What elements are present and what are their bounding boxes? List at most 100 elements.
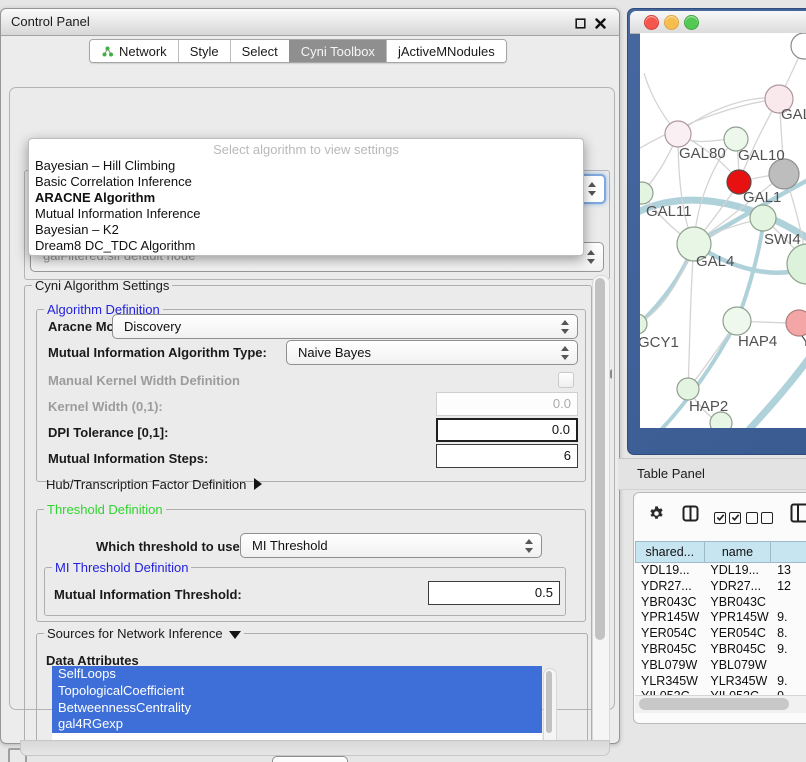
table-cell: YDR27... bbox=[704, 579, 771, 595]
column-header-shared[interactable]: shared... bbox=[635, 541, 705, 563]
aracne-mode-value: Discovery bbox=[124, 315, 181, 338]
column-header-name[interactable]: name bbox=[705, 541, 772, 563]
node-label-swi4: SWI4 bbox=[764, 231, 801, 248]
scrollbar-thumb[interactable] bbox=[595, 278, 605, 640]
attribute-list-item[interactable]: gal4RGexp bbox=[52, 716, 542, 733]
algorithm-option-bayesian-k2[interactable]: Bayesian – K2 bbox=[32, 222, 580, 238]
table-cell bbox=[771, 595, 806, 611]
collapse-arrow-icon[interactable] bbox=[229, 631, 241, 639]
dpi-tolerance-field[interactable]: 0.0 bbox=[436, 418, 578, 442]
combo-arrows-icon bbox=[588, 182, 597, 196]
network-node[interactable] bbox=[723, 307, 751, 335]
network-node[interactable] bbox=[787, 244, 806, 284]
minimize-traffic-light[interactable] bbox=[664, 15, 679, 30]
kernel-width-value: 0.0 bbox=[553, 393, 571, 415]
dpi-tolerance-label: DPI Tolerance [0,1]: bbox=[48, 425, 168, 440]
table-row[interactable]: YDR27...YDR27...12 bbox=[635, 579, 806, 595]
network-node[interactable] bbox=[791, 33, 806, 59]
popup-placeholder: Select algorithm to view settings bbox=[29, 142, 583, 157]
attribute-list-item[interactable]: TopologicalCoefficient bbox=[52, 683, 542, 700]
network-node[interactable] bbox=[750, 205, 776, 231]
combo-arrows-icon bbox=[561, 320, 570, 334]
table-panel-title: Table Panel bbox=[637, 459, 705, 489]
table-row[interactable]: YDL19...YDL19...13 bbox=[635, 563, 806, 579]
close-traffic-light[interactable] bbox=[644, 15, 659, 30]
scrollbar-thumb[interactable] bbox=[639, 698, 789, 710]
kernel-width-field[interactable]: 0.0 bbox=[436, 392, 578, 416]
network-node[interactable] bbox=[677, 378, 699, 400]
control-panel-titlebar: Control Panel bbox=[1, 9, 619, 36]
column-header-col2[interactable] bbox=[771, 541, 806, 563]
network-window-titlebar bbox=[630, 11, 806, 34]
network-node[interactable] bbox=[665, 121, 691, 147]
algorithm-option-mutual-information-inference[interactable]: Mutual Information Inference bbox=[32, 206, 580, 222]
table-file-icon[interactable] bbox=[790, 503, 806, 528]
mi-threshold-field[interactable]: 0.5 bbox=[428, 581, 560, 605]
which-threshold-label: Which threshold to use: bbox=[96, 539, 244, 554]
control-panel-tabs: Network Style Select Cyni Toolbox jActiveMNo… bbox=[89, 39, 507, 63]
tab-style[interactable]: Style bbox=[178, 40, 230, 62]
attribute-list-item[interactable]: BetweennessCentrality bbox=[52, 700, 542, 717]
table-row[interactable]: YPR145WYPR145W9. bbox=[635, 610, 806, 626]
mi-algorithm-type-combobox[interactable]: Naive Bayes bbox=[286, 340, 578, 365]
table-cell: YBL079W bbox=[704, 658, 771, 674]
scrollbar-thumb[interactable] bbox=[546, 671, 552, 733]
tab-select[interactable]: Select bbox=[230, 40, 289, 62]
settings-vertical-scrollbar[interactable] bbox=[592, 275, 610, 747]
algorithm-option-bayesian-hill-climbing[interactable]: Bayesian – Hill Climbing bbox=[32, 158, 580, 174]
node-label-gal80: GAL80 bbox=[679, 145, 726, 162]
table-horizontal-scrollbar[interactable] bbox=[635, 695, 806, 713]
table-cell: YDL19... bbox=[635, 563, 704, 579]
mi-steps-label: Mutual Information Steps: bbox=[48, 451, 208, 466]
node-label-gal10: GAL10 bbox=[738, 147, 785, 164]
mi-steps-field[interactable]: 6 bbox=[436, 444, 578, 468]
table-row[interactable]: YBR045CYBR045C9. bbox=[635, 642, 806, 658]
tab-network[interactable]: Network bbox=[90, 40, 178, 62]
network-icon bbox=[101, 45, 114, 58]
table-body: YDL19...YDL19...13YDR27...YDR27...12YBR0… bbox=[635, 563, 806, 696]
network-canvas[interactable]: GALGAL80GAL10GAL1GAL11SWI4GAL4GCY1HAP4YH… bbox=[640, 33, 806, 428]
table-cell: YBR045C bbox=[635, 642, 704, 658]
algorithm-option-aracne-algorithm[interactable]: ARACNE Algorithm bbox=[32, 190, 580, 206]
node-label-gal4: GAL4 bbox=[696, 253, 734, 270]
scrollpane-bottom-strip bbox=[20, 740, 610, 756]
infer-network-panel: galFiltered.sif default node Select algo… bbox=[9, 87, 615, 710]
close-icon[interactable] bbox=[595, 16, 607, 28]
table-row[interactable]: YBL079WYBL079W bbox=[635, 658, 806, 674]
table-cell: YBR043C bbox=[635, 595, 704, 611]
group-title: Cyni Algorithm Settings bbox=[32, 278, 172, 293]
columns-icon[interactable] bbox=[682, 505, 699, 527]
float-icon[interactable] bbox=[575, 16, 587, 28]
which-threshold-combobox[interactable]: MI Threshold bbox=[240, 533, 542, 558]
deselect-all-icon[interactable] bbox=[746, 509, 776, 527]
tab-label: Network bbox=[119, 44, 167, 59]
attributes-scrollbar[interactable] bbox=[543, 668, 557, 740]
table-row[interactable]: YER054CYER054C8. bbox=[635, 626, 806, 642]
screen: Control Panel Network Style Select Cyni Too… bbox=[0, 0, 806, 762]
network-node[interactable] bbox=[640, 182, 653, 204]
tab-label: Select bbox=[242, 44, 278, 59]
zoom-traffic-light[interactable] bbox=[684, 15, 699, 30]
table-cell: YER054C bbox=[704, 626, 771, 642]
table-cell bbox=[771, 658, 806, 674]
gear-icon[interactable] bbox=[648, 505, 665, 527]
table-cell: 9. bbox=[771, 642, 806, 658]
aracne-mode-combobox[interactable]: Discovery bbox=[112, 314, 578, 339]
algorithm-option-list: Bayesian – Hill ClimbingBasic Correlatio… bbox=[32, 158, 580, 254]
select-all-icon[interactable] bbox=[714, 509, 744, 527]
table-cell: 13 bbox=[771, 563, 806, 579]
table-cell: YDL19... bbox=[704, 563, 771, 579]
algorithm-option-basic-correlation-inference[interactable]: Basic Correlation Inference bbox=[32, 174, 580, 190]
tab-cyni-toolbox[interactable]: Cyni Toolbox bbox=[289, 40, 386, 62]
table-row[interactable]: YLR345WYLR345W9. bbox=[635, 674, 806, 690]
table-row[interactable]: YBR043CYBR043C bbox=[635, 595, 806, 611]
tab-jactivemnodules[interactable]: jActiveMNodules bbox=[386, 40, 506, 62]
attribute-list-item[interactable]: SelfLoops bbox=[52, 666, 542, 683]
tab-label: jActiveMNodules bbox=[398, 44, 495, 59]
table-cell: 9. bbox=[771, 674, 806, 690]
algorithm-option-dream8-dc-tdc-algorithm[interactable]: Dream8 DC_TDC Algorithm bbox=[32, 238, 580, 254]
manual-kernel-checkbox[interactable] bbox=[558, 372, 574, 388]
apply-button[interactable]: Apply bbox=[272, 756, 348, 762]
hub-definition-expander[interactable]: Hub/Transcription Factor Definition bbox=[46, 477, 262, 492]
expand-arrow-icon[interactable] bbox=[254, 478, 262, 490]
